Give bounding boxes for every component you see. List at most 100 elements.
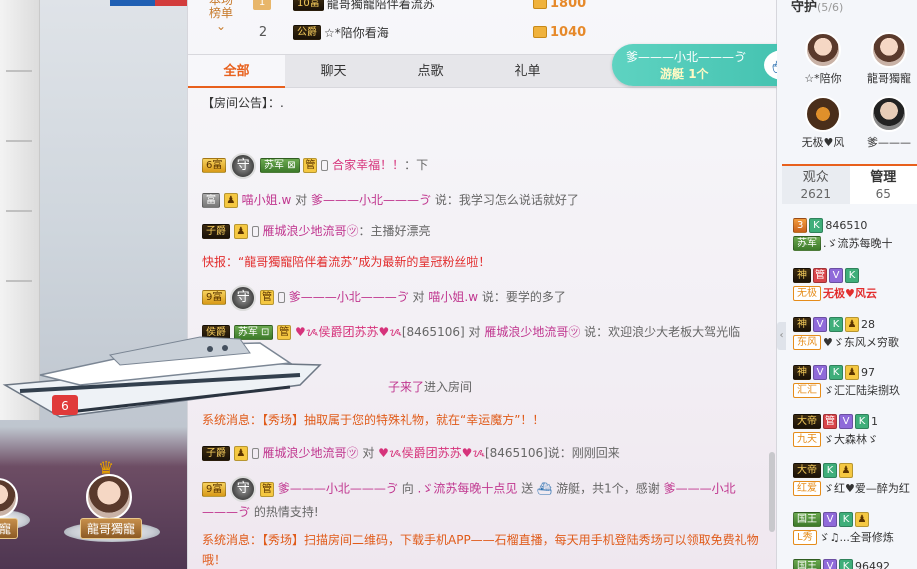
- user-icon: ♟: [223, 193, 238, 208]
- manager-icon: 管: [303, 158, 318, 173]
- user-list-item[interactable]: 无极 无极♥风云: [793, 283, 917, 303]
- v-icon: V: [813, 364, 827, 380]
- king-badge: 国王: [793, 511, 821, 527]
- guard-shield-icon: 守: [230, 284, 257, 311]
- guard-name: 爹———: [867, 136, 911, 149]
- user-list-item[interactable]: 九天 ゞ大森林ゞ: [793, 429, 917, 449]
- enter-room-message: 子来了进入房间: [388, 380, 473, 394]
- tab-gifts[interactable]: 礼单: [479, 55, 576, 88]
- user-icon: ♟: [855, 511, 869, 527]
- k-icon: K: [809, 217, 824, 233]
- user-list-item[interactable]: 神 V K ♟ 28: [793, 314, 917, 334]
- k-icon: K: [839, 511, 853, 527]
- k-icon: K: [839, 558, 853, 569]
- guard-avatar[interactable]: [871, 32, 907, 68]
- rank-row: 1 10富 龍哥獨寵陪伴着流苏 1800: [188, 0, 776, 17]
- god-badge: 神: [793, 316, 811, 332]
- user-list-item[interactable]: 神 V K ♟ 97: [793, 362, 917, 382]
- fan-name-plate: 龍哥獨寵: [80, 518, 143, 539]
- user-list-item[interactable]: 大帝 管 V K 1: [793, 411, 917, 431]
- svg-text:6: 6: [61, 399, 69, 413]
- tab-songs[interactable]: 点歌: [382, 55, 479, 88]
- phone-icon: [277, 292, 285, 303]
- top-bar-red: [155, 0, 187, 6]
- v-icon: V: [823, 511, 837, 527]
- user-list-item[interactable]: 国王 V K ♟: [793, 509, 917, 529]
- wealth-badge: 9富: [202, 481, 227, 497]
- user-list-item[interactable]: 国王 V K 96492: [793, 556, 917, 569]
- side-panel: 守护(5/6) ☆*陪你 龍哥獨寵 无极♥风 爹——— 观众 2621 管理 65 …: [777, 0, 917, 569]
- manager-icon: 管: [260, 290, 275, 305]
- user-icon: ♟: [839, 462, 853, 478]
- manager-icon: 管: [813, 267, 827, 283]
- manager-icon: 管: [823, 413, 837, 429]
- fan-name-plate: 寵: [0, 518, 19, 539]
- user-list-item[interactable]: 红爱 ゞ红♥爱—醉为红: [793, 478, 917, 498]
- emperor-badge: 大帝: [793, 413, 821, 429]
- user-list-item[interactable]: 东风 ♥ゞ东风メ穷歌: [793, 332, 917, 352]
- phone-icon: [251, 226, 259, 237]
- user-list-item[interactable]: L秀 ゞ♫...全哥修炼: [793, 527, 917, 547]
- v-icon: V: [823, 558, 837, 569]
- user-icon: ♟: [845, 316, 859, 332]
- user-list-item[interactable]: 苏军 .ゞ流苏每晚十: [793, 233, 917, 253]
- guard-avatar[interactable]: [805, 96, 841, 132]
- k-icon: K: [845, 267, 859, 283]
- audience-tabs: 观众 2621 管理 65: [782, 164, 917, 204]
- flash-news: 快报：“龍哥獨寵陪伴着流苏”成为最新的皇冠粉丝啦！: [202, 255, 491, 269]
- v-icon: V: [839, 413, 853, 429]
- yacht-gift-animation: 6: [2, 336, 322, 418]
- chat-message: 子爵 ♟ 雁城浪少地流哥㋡ 对 ♥ᝰ侯爵团苏苏♥ᝰ[8465106]说：刚刚回来: [202, 443, 762, 463]
- room-announcement: 【房间公告】：.: [202, 96, 284, 110]
- guard-avatar[interactable]: [805, 32, 841, 68]
- rank-badge: 子爵: [202, 446, 230, 461]
- chat-scrollbar[interactable]: [769, 452, 775, 532]
- guard-name: 龍哥獨寵: [867, 72, 911, 85]
- user-list-item[interactable]: 汇汇 ゞ汇汇陆柒捌玖: [793, 380, 917, 400]
- chat-message: 9富 守 管 爹———小北———ゔ 向 .ゞ流苏每晚十点见 送 ⛴ 游艇，共1个…: [202, 476, 762, 522]
- coin-icon: [533, 0, 547, 9]
- wealth-badge: 9富: [202, 290, 227, 305]
- tab-managers[interactable]: 管理 65: [849, 166, 917, 204]
- user-icon: ♟: [233, 224, 248, 239]
- k-icon: K: [829, 316, 843, 332]
- yacht-gift-icon: ⛴: [537, 481, 553, 496]
- system-message: 系统消息：【秀场】扫描房间二维码，下载手机APP——石榴直播，每天用手机登陆秀场…: [202, 533, 759, 567]
- wealth-badge: 富: [202, 193, 220, 208]
- god-badge: 神: [793, 267, 811, 283]
- guard-avatar[interactable]: [871, 96, 907, 132]
- manager-icon: 管: [260, 481, 275, 497]
- k-icon: K: [855, 413, 869, 429]
- fan-avatar[interactable]: [86, 474, 132, 520]
- rank-badge: 子爵: [202, 224, 230, 239]
- video-area: 寵 ♛ 龍哥獨寵: [0, 0, 187, 569]
- user-list-item[interactable]: 大帝 K ♟: [793, 460, 917, 480]
- guard-title: 守护(5/6): [791, 0, 844, 15]
- tab-audience[interactable]: 观众 2621: [782, 166, 850, 204]
- user-list-item[interactable]: 神 管 V K: [793, 265, 917, 285]
- emperor-badge: 大帝: [793, 462, 821, 478]
- guard-shield-icon: 守: [230, 152, 257, 179]
- tab-chat[interactable]: 聊天: [285, 55, 382, 88]
- guard-name: ☆*陪你: [804, 72, 842, 85]
- coin-icon: [533, 26, 547, 38]
- guard-shield-icon: 守: [230, 476, 257, 502]
- phone-icon: [321, 160, 329, 171]
- collapse-panel-button[interactable]: ‹: [777, 322, 786, 350]
- chat-message: 子爵 ♟ 雁城浪少地流哥㋡：主播好漂亮: [202, 221, 762, 241]
- v-icon: V: [813, 316, 827, 332]
- tab-all[interactable]: 全部: [188, 55, 285, 88]
- user-list-item[interactable]: 3 K 846510: [793, 215, 917, 235]
- chat-message: 9富 守 管 爹———小北———ゔ 对 喵小姐.w 说：要学的多了: [202, 284, 762, 311]
- k-icon: K: [829, 364, 843, 380]
- user-icon: ♟: [233, 446, 248, 461]
- chat-message: 富 ♟ 喵小姐.w 对 爹———小北———ゔ 说：我学习怎么说话就好了: [202, 190, 762, 210]
- rank-row: 2 公爵 ☆*陪你看海 1040: [258, 24, 587, 40]
- god-badge: 神: [793, 364, 811, 380]
- user-badge: 苏军 ⊠: [260, 158, 300, 173]
- v-icon: V: [829, 267, 843, 283]
- user-icon: ♟: [845, 364, 859, 380]
- phone-icon: [251, 448, 259, 459]
- k-icon: K: [823, 462, 837, 478]
- guard-name: 无极♥风: [801, 136, 845, 149]
